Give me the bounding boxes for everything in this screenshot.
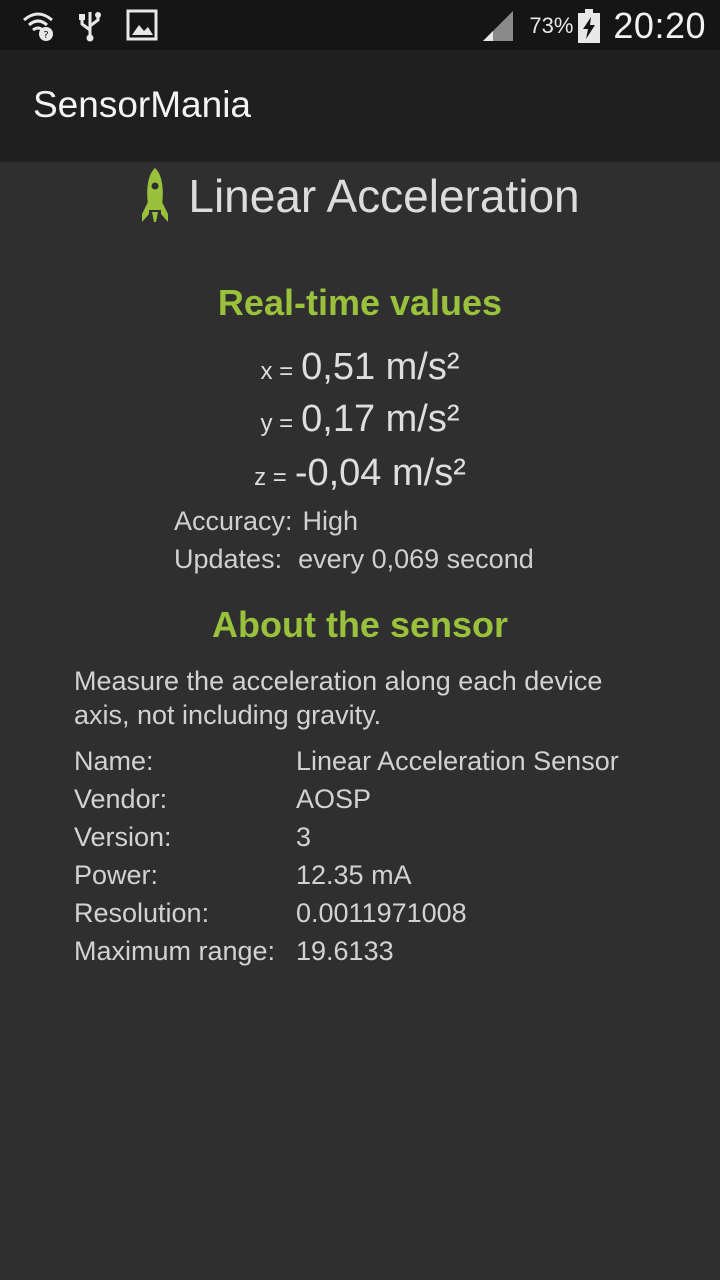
sensor-header: Linear Acceleration (0, 164, 720, 228)
axis-row-x: x = 0,51 m/s² (0, 346, 720, 389)
sensor-detail: Linear Acceleration Real-time values x =… (0, 162, 720, 1280)
info-key: Maximum range: (74, 935, 276, 966)
axis-label: z = (254, 464, 287, 491)
battery-charging-icon (578, 9, 601, 43)
svg-text:?: ? (43, 30, 48, 41)
info-row-version: Version: 3 (74, 818, 694, 856)
info-value: 12.35 mA (296, 859, 412, 890)
battery-percent: 73% (529, 13, 574, 38)
info-key: Resolution: (74, 897, 210, 928)
sensor-title: Linear Acceleration (188, 170, 580, 222)
status-bar: ? 73% 20:20 (0, 0, 720, 50)
updates-label: Updates: (174, 544, 283, 574)
wifi-question-icon: ? (23, 12, 53, 41)
info-value: 3 (296, 821, 312, 852)
app-bar: SensorMania (0, 50, 720, 162)
accuracy-label: Accuracy: (174, 506, 293, 536)
updates-row: Updates: every 0,069 second (174, 544, 534, 575)
usb-icon (79, 12, 101, 42)
image-icon (126, 9, 158, 41)
system-indicators: 73% 20:20 (481, 4, 706, 48)
info-value: 19.6133 (296, 935, 394, 966)
info-key: Version: (74, 821, 172, 852)
info-key: Vendor: (74, 783, 168, 814)
clock: 20:20 (613, 5, 706, 46)
info-key: Name: (74, 745, 154, 776)
info-value: Linear Acceleration Sensor (296, 745, 619, 776)
sensor-info-table: Name: Linear Acceleration Sensor Vendor:… (74, 742, 694, 970)
signal-icon (483, 11, 514, 41)
about-heading: About the sensor (211, 604, 508, 645)
info-row-power: Power: 12.35 mA (74, 856, 694, 894)
axis-label: x = (260, 358, 294, 385)
sensor-description: Measure the acceleration along each devi… (74, 666, 603, 730)
app-title: SensorMania (33, 84, 252, 125)
info-key: Power: (74, 859, 159, 890)
updates-value: every 0,069 second (298, 544, 534, 574)
accuracy-row: Accuracy: High (174, 506, 358, 537)
info-row-max-range: Maximum range: 19.6133 (74, 932, 694, 970)
axis-value: 0,51 m/s² (301, 346, 460, 388)
info-value: 0.0011971008 (296, 897, 467, 928)
info-row-resolution: Resolution: 0.0011971008 (74, 894, 694, 932)
rocket-icon (142, 168, 169, 222)
axis-label: y = (260, 410, 294, 437)
realtime-heading: Real-time values (217, 282, 503, 323)
axis-value: -0,04 m/s² (294, 452, 466, 494)
info-row-name: Name: Linear Acceleration Sensor (74, 742, 694, 780)
accuracy-value: High (302, 506, 359, 536)
axis-row-y: y = 0,17 m/s² (0, 398, 720, 441)
info-value: AOSP (296, 783, 372, 814)
notification-icons: ? (22, 8, 158, 42)
info-row-vendor: Vendor: AOSP (74, 780, 694, 818)
axis-row-z: z = -0,04 m/s² (0, 452, 720, 495)
axis-value: 0,17 m/s² (301, 398, 460, 440)
